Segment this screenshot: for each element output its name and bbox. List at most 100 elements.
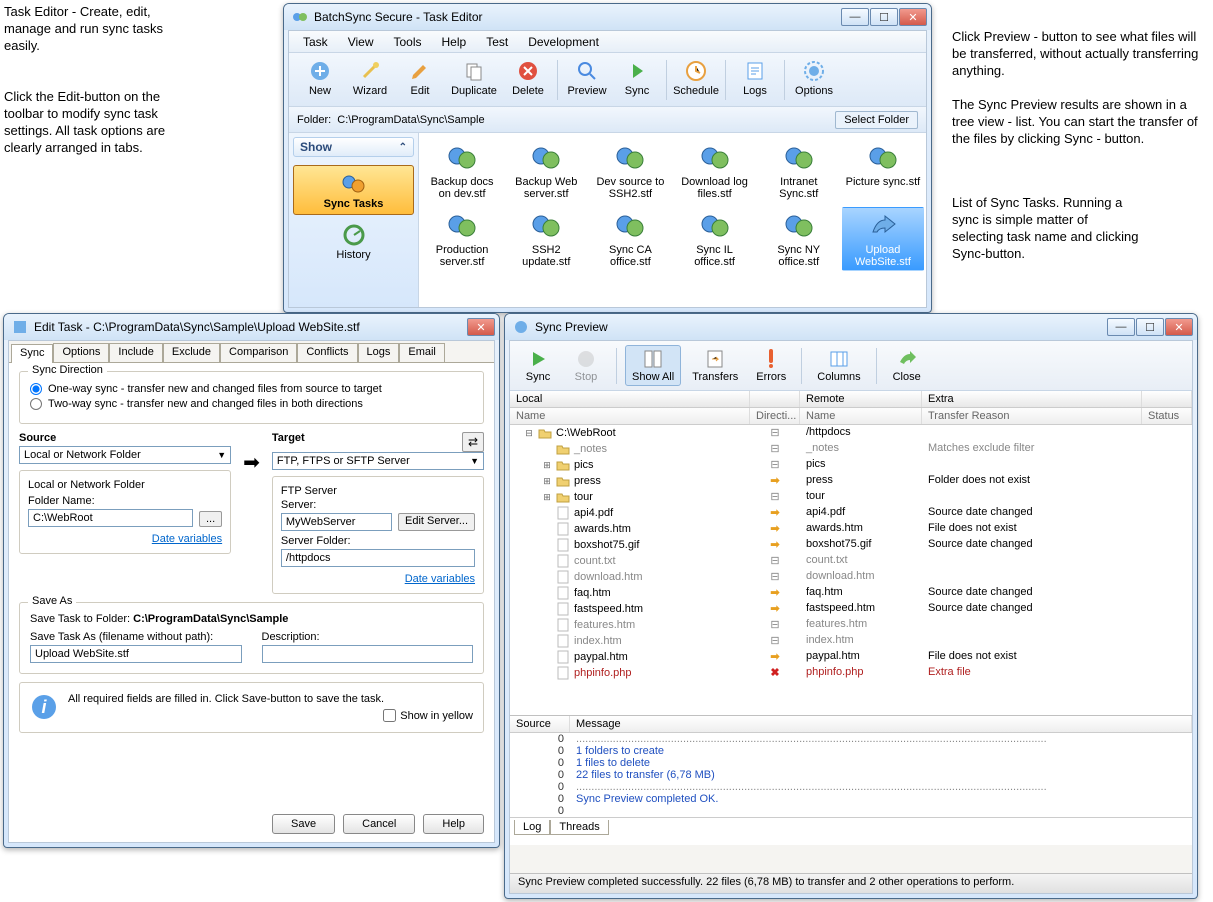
tab-log[interactable]: Log <box>514 820 550 835</box>
source-combo[interactable]: Local or Network Folder▼ <box>19 446 231 464</box>
task-item[interactable]: SSH2 update.stf <box>505 207 587 271</box>
titlebar[interactable]: Sync Preview — ☐ ✕ <box>505 314 1197 340</box>
file-row[interactable]: phpinfo.php✖phpinfo.phpExtra file <box>510 665 1192 681</box>
task-item[interactable]: Download log files.stf <box>673 139 755 203</box>
task-item[interactable]: Picture sync.stf <box>842 139 924 203</box>
file-row[interactable]: faq.htm➡faq.htmSource date changed <box>510 585 1192 601</box>
task-item[interactable]: Sync CA office.stf <box>589 207 671 271</box>
file-row[interactable]: features.htm⊟features.htm <box>510 617 1192 633</box>
menu-view[interactable]: View <box>340 33 382 51</box>
task-item[interactable]: Upload WebSite.stf <box>842 207 924 271</box>
tab-email[interactable]: Email <box>399 343 445 362</box>
col-reason[interactable]: Transfer Reason <box>922 408 1142 424</box>
folder-name-input[interactable] <box>28 509 193 527</box>
server-input[interactable] <box>281 513 392 531</box>
task-item[interactable]: Production server.stf <box>421 207 503 271</box>
toolbar-edit-button[interactable]: Edit <box>395 56 445 104</box>
show-yellow-checkbox[interactable] <box>383 709 396 722</box>
col-direction[interactable]: Directi... <box>750 408 800 424</box>
tab-logs[interactable]: Logs <box>358 343 400 362</box>
file-row[interactable]: index.htm⊟index.htm <box>510 633 1192 649</box>
file-row[interactable]: ⊞press➡pressFolder does not exist <box>510 473 1192 489</box>
file-row[interactable]: awards.htm➡awards.htmFile does not exist <box>510 521 1192 537</box>
side-history-button[interactable]: History <box>293 223 414 261</box>
close-button[interactable]: ✕ <box>467 318 495 336</box>
toolbar-duplicate-button[interactable]: Duplicate <box>445 56 503 104</box>
minimize-button[interactable]: — <box>841 8 869 26</box>
two-way-radio[interactable]: Two-way sync - transfer new and changed … <box>30 398 473 410</box>
preview-transfers-button[interactable]: Transfers <box>685 345 745 386</box>
toolbar-new-button[interactable]: New <box>295 56 345 104</box>
toolbar-options-button[interactable]: Options <box>789 56 839 104</box>
menu-development[interactable]: Development <box>520 33 607 51</box>
toolbar-schedule-button[interactable]: Schedule <box>671 56 721 104</box>
file-row[interactable]: ⊞tour⊟tour <box>510 489 1192 505</box>
date-variables-link[interactable]: Date variables <box>405 573 475 585</box>
file-row[interactable]: paypal.htm➡paypal.htmFile does not exist <box>510 649 1192 665</box>
target-label: Target <box>272 432 305 450</box>
file-row[interactable]: count.txt⊟count.txt <box>510 553 1192 569</box>
target-combo[interactable]: FTP, FTPS or SFTP Server▼ <box>272 452 484 470</box>
tab-comparison[interactable]: Comparison <box>220 343 297 362</box>
col-status[interactable]: Status <box>1142 408 1192 424</box>
file-row[interactable]: boxshot75.gif➡boxshot75.gifSource date c… <box>510 537 1192 553</box>
maximize-button[interactable]: ☐ <box>870 8 898 26</box>
side-sync-tasks-button[interactable]: Sync Tasks <box>293 165 414 215</box>
maximize-button[interactable]: ☐ <box>1136 318 1164 336</box>
edit-server-button[interactable]: Edit Server... <box>398 513 475 531</box>
file-list[interactable]: ⊟C:\WebRoot⊟/httpdocs_notes⊟_notesMatche… <box>510 425 1192 715</box>
tab-exclude[interactable]: Exclude <box>163 343 220 362</box>
preview-columns-button[interactable]: Columns <box>810 345 867 386</box>
preview-close-button[interactable]: Close <box>885 345 929 386</box>
cancel-button[interactable]: Cancel <box>343 814 415 834</box>
toolbar-delete-button[interactable]: Delete <box>503 56 553 104</box>
description-input[interactable] <box>262 645 474 663</box>
swap-button[interactable]: ⇄ <box>462 432 484 452</box>
task-item[interactable]: Sync IL office.stf <box>673 207 755 271</box>
toolbar-preview-button[interactable]: Preview <box>562 56 612 104</box>
close-button[interactable]: ✕ <box>1165 318 1193 336</box>
close-button[interactable]: ✕ <box>899 8 927 26</box>
preview-errors-button[interactable]: Errors <box>749 345 793 386</box>
preview-show-all-button[interactable]: Show All <box>625 345 681 386</box>
server-folder-input[interactable] <box>281 549 475 567</box>
source-label: Source <box>19 432 231 444</box>
file-row[interactable]: _notes⊟_notesMatches exclude filter <box>510 441 1192 457</box>
titlebar[interactable]: BatchSync Secure - Task Editor — ☐ ✕ <box>284 4 931 30</box>
one-way-radio[interactable]: One-way sync - transfer new and changed … <box>30 383 473 395</box>
file-row[interactable]: fastspeed.htm➡fastspeed.htmSource date c… <box>510 601 1192 617</box>
date-variables-link[interactable]: Date variables <box>152 533 222 545</box>
task-item[interactable]: Intranet Sync.stf <box>758 139 840 203</box>
side-show-header[interactable]: Show⌃ <box>293 137 414 157</box>
col-remote-name[interactable]: Name <box>800 408 922 424</box>
preview-sync-button[interactable]: Sync <box>516 345 560 386</box>
tab-threads[interactable]: Threads <box>550 820 608 835</box>
tab-include[interactable]: Include <box>109 343 162 362</box>
file-row[interactable]: download.htm⊟download.htm <box>510 569 1192 585</box>
task-item[interactable]: Backup Web server.stf <box>505 139 587 203</box>
file-row[interactable]: api4.pdf➡api4.pdfSource date changed <box>510 505 1192 521</box>
toolbar-wizard-button[interactable]: Wizard <box>345 56 395 104</box>
task-item[interactable]: Sync NY office.stf <box>758 207 840 271</box>
titlebar[interactable]: Edit Task - C:\ProgramData\Sync\Sample\U… <box>4 314 499 340</box>
task-item[interactable]: Backup docs on dev.stf <box>421 139 503 203</box>
menu-help[interactable]: Help <box>434 33 475 51</box>
file-row[interactable]: ⊞pics⊟pics <box>510 457 1192 473</box>
menu-test[interactable]: Test <box>478 33 516 51</box>
task-item[interactable]: Dev source to SSH2.stf <box>589 139 671 203</box>
save-button[interactable]: Save <box>272 814 335 834</box>
browse-button[interactable]: ... <box>199 511 222 527</box>
file-row[interactable]: ⊟C:\WebRoot⊟/httpdocs <box>510 425 1192 441</box>
select-folder-button[interactable]: Select Folder <box>835 111 918 129</box>
filename-input[interactable] <box>30 645 242 663</box>
tab-conflicts[interactable]: Conflicts <box>297 343 357 362</box>
toolbar-sync-button[interactable]: Sync <box>612 56 662 104</box>
menu-task[interactable]: Task <box>295 33 336 51</box>
menu-tools[interactable]: Tools <box>385 33 429 51</box>
tab-sync[interactable]: Sync <box>11 344 53 363</box>
minimize-button[interactable]: — <box>1107 318 1135 336</box>
tab-options[interactable]: Options <box>53 343 109 362</box>
col-name[interactable]: Name <box>510 408 750 424</box>
help-button[interactable]: Help <box>423 814 484 834</box>
toolbar-logs-button[interactable]: Logs <box>730 56 780 104</box>
